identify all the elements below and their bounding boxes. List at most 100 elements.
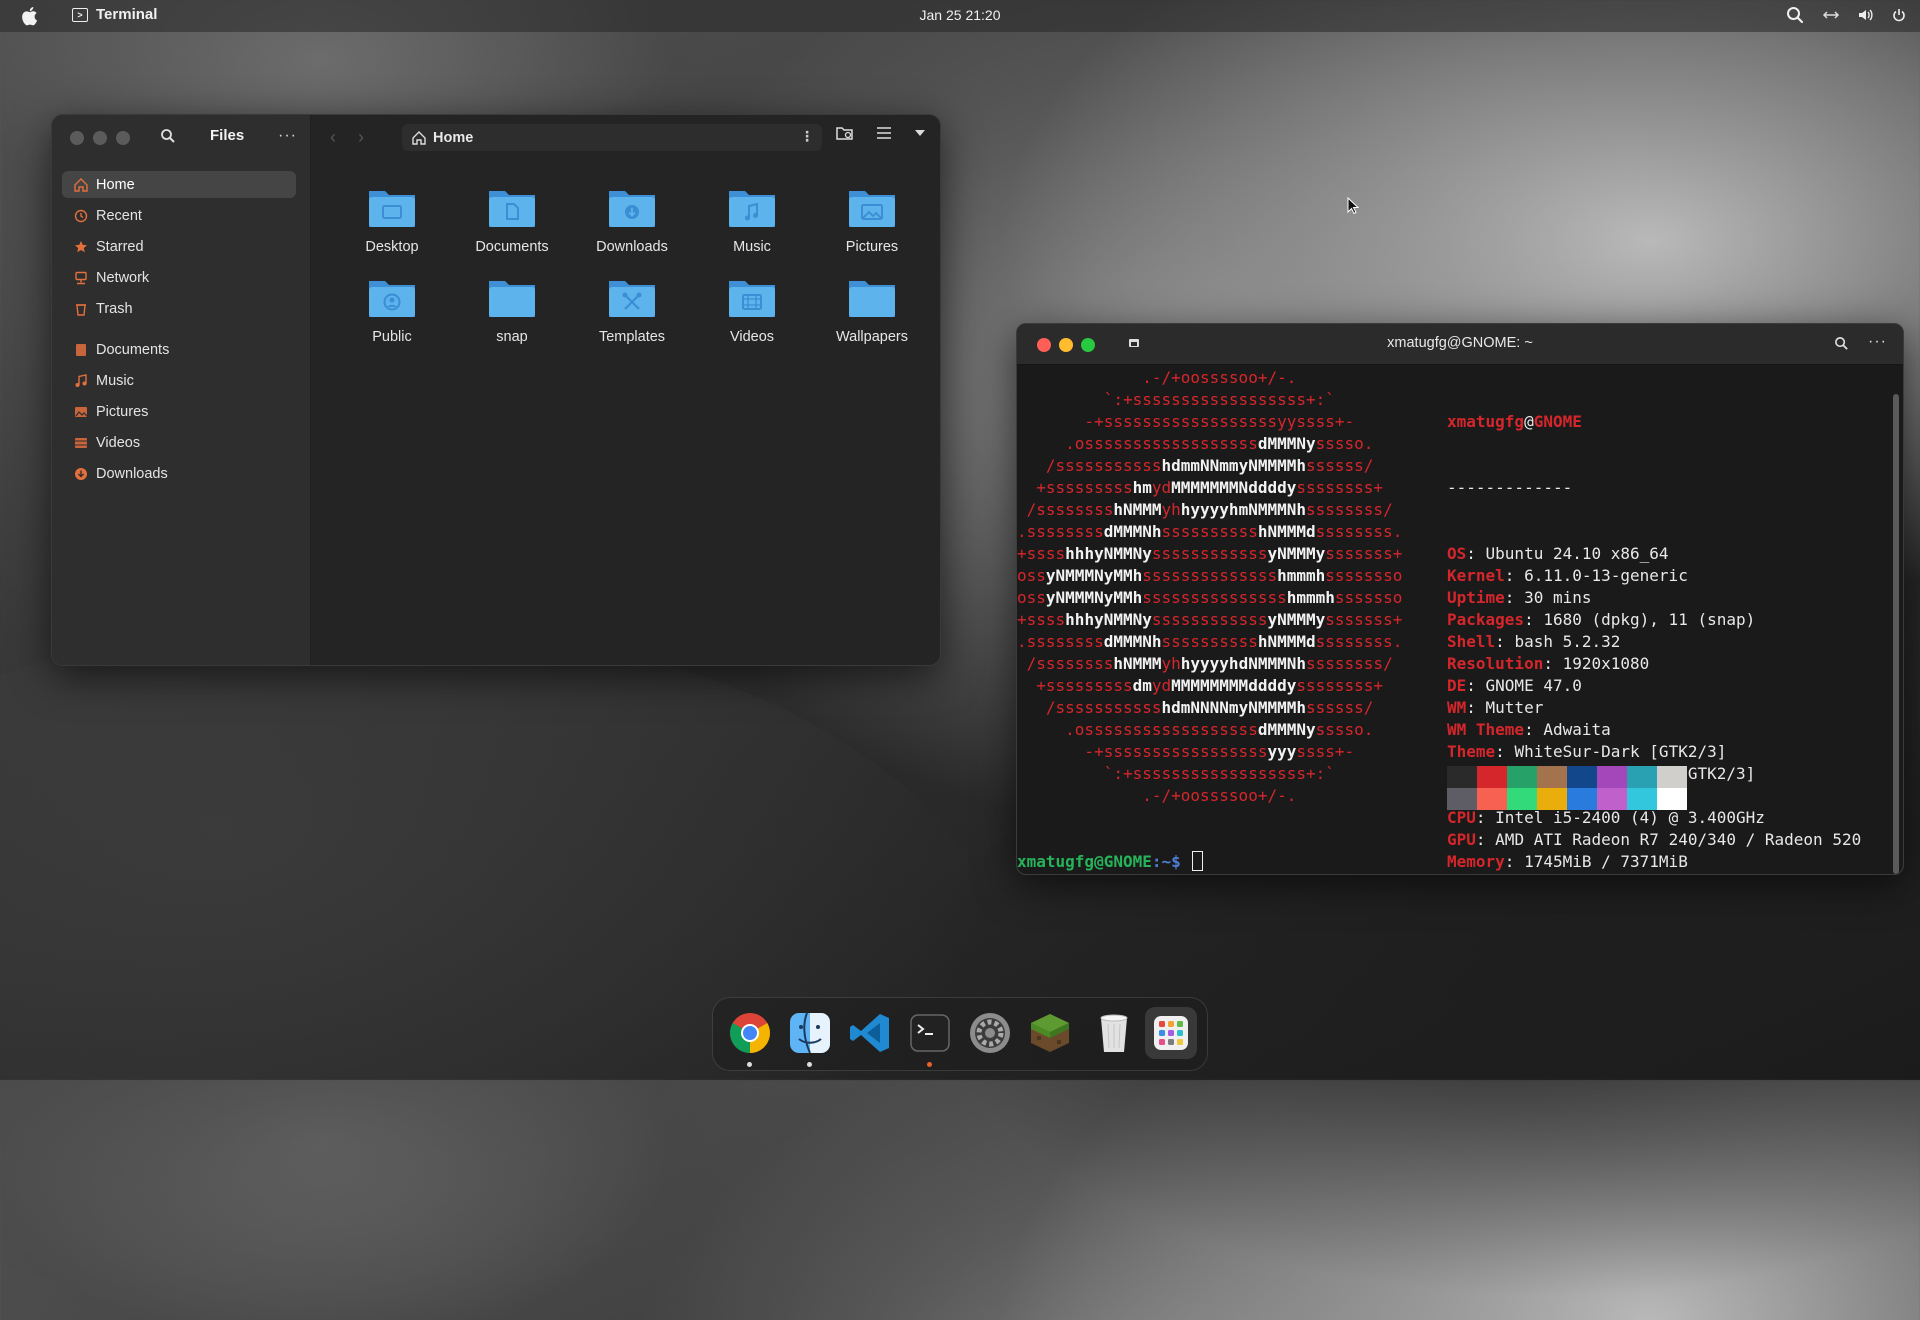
info-key: Uptime [1447,588,1505,607]
path-menu-button[interactable]: ⋮ [800,128,814,145]
dock-item-show-apps[interactable] [1145,1007,1197,1059]
folder-snap[interactable]: snap [452,277,572,345]
sidebar-list: Home Recent Starred Network Trash Docume… [62,171,296,491]
info-value: 6.11.0-13-generic [1524,566,1688,585]
terminal-output[interactable]: .-/+oossssoo+/-. `:+ssssssssssssssssss+:… [1017,364,1903,874]
active-app-menu[interactable]: > Terminal [72,6,157,23]
power-icon[interactable] [1892,8,1906,22]
dock-item-chrome[interactable] [727,1010,773,1067]
sidebar-item-starred[interactable]: Starred [62,233,296,260]
sidebar-item-documents[interactable]: Documents [62,336,296,363]
info-value: Ubuntu 24.10 x86_64 [1485,544,1669,563]
sidebar-item-label: Network [96,269,150,286]
dock-item-vscode[interactable] [847,1010,893,1056]
ascii-art-line: /ssssssssssshdmmNNmmyNMMMMhssssss/ [1017,456,1374,475]
info-line: WM: Mutter [1447,698,1544,717]
search-icon[interactable] [1786,6,1804,24]
sidebar-item-videos[interactable]: Videos [62,429,296,456]
folder-grid: Desktop Documents Downloads Music Pictur… [332,187,932,345]
list-view-icon[interactable] [876,126,892,140]
folder-icon [729,281,775,317]
info-line: Kernel: 6.11.0-13-generic [1447,566,1688,585]
music-icon [75,373,87,387]
folder-desktop[interactable]: Desktop [332,187,452,255]
minimize-button[interactable] [93,131,107,145]
folder-downloads[interactable]: Downloads [572,187,692,255]
folder-videos[interactable]: Videos [692,277,812,345]
network-wired-icon[interactable] [1822,8,1840,22]
sidebar-item-label: Music [96,372,134,389]
forward-button[interactable]: › [358,127,364,148]
maximize-button[interactable] [1081,338,1095,352]
folder-icon [369,281,415,317]
ascii-art-line: -+sssssssssssssssssyyyssss+- [1017,742,1355,761]
ascii-art-line: /ssssssssssshdmNNNNmyNMMMMhssssss/ [1017,698,1374,717]
terminal-window: xmatugfg@GNOME: ~ ··· .-/+oossssoo+/-. `… [1016,323,1904,875]
folder-label: Desktop [365,239,419,255]
folder-music[interactable]: Music [692,187,812,255]
sidebar-item-label: Videos [96,434,141,451]
folder-icon [849,281,895,317]
chevron-down-icon[interactable] [914,129,926,137]
color-swatch [1537,766,1567,788]
star-icon [75,240,87,252]
folder-wallpapers[interactable]: Wallpapers [812,277,932,345]
close-button[interactable] [1037,338,1051,352]
home-icon [412,130,426,145]
terminal-icon: > [72,7,88,22]
path-bar[interactable]: Home ⋮ [402,124,822,151]
dock [712,997,1208,1071]
info-line: CPU: Intel i5-2400 (4) @ 3.400GHz [1447,808,1765,827]
menu-button[interactable]: ··· [1868,333,1887,351]
clock[interactable]: Jan 25 21:20 [920,7,1001,23]
app-grid-icon [1154,1016,1188,1050]
scrollbar[interactable] [1893,394,1899,874]
sidebar-item-music[interactable]: Music [62,367,296,394]
ascii-art-line: +sssssssssdmydMMMMMMMMddddyssssssss+ [1017,676,1384,695]
ascii-art-line: +sssshhhyNMMNyssssssssssssyNMMMysssssss+ [1017,544,1403,563]
minecraft-grass-block-icon [1031,1014,1069,1052]
info-line: OS: Ubuntu 24.10 x86_64 [1447,544,1669,563]
folder-documents[interactable]: Documents [452,187,572,255]
color-swatch [1507,788,1537,810]
menu-button[interactable]: ··· [278,127,297,145]
back-button[interactable]: ‹ [330,127,336,148]
sidebar-item-downloads[interactable]: Downloads [62,460,296,487]
search-icon[interactable] [160,128,176,144]
sidebar-item-recent[interactable]: Recent [62,202,296,229]
info-key: CPU [1447,808,1476,827]
info-key: Memory [1447,852,1505,871]
folder-pictures[interactable]: Pictures [812,187,932,255]
close-button[interactable] [70,131,84,145]
ascii-art-line: .ossssssssssssssssssdMMMNysssso. [1017,434,1374,453]
maximize-button[interactable] [116,131,130,145]
dock-item-finder[interactable] [787,1010,833,1067]
search-icon[interactable] [1834,336,1849,351]
sidebar-item-network[interactable]: Network [62,264,296,291]
minimize-button[interactable] [1059,338,1073,352]
text-cursor [1192,851,1204,871]
volume-icon[interactable] [1858,8,1874,22]
new-folder-icon[interactable] [836,125,854,141]
sidebar-item-trash[interactable]: Trash [62,295,296,322]
info-line: WM Theme: Adwaita [1447,720,1611,739]
apple-logo-icon[interactable] [20,5,40,27]
sidebar-item-pictures[interactable]: Pictures [62,398,296,425]
dock-item-settings[interactable] [967,1010,1013,1056]
dock-item-terminal[interactable] [907,1010,953,1067]
folder-templates[interactable]: Templates [572,277,692,345]
dock-item-minecraft[interactable] [1027,1010,1073,1056]
dock-item-trash[interactable] [1091,1010,1137,1056]
shell-prompt[interactable]: xmatugfg@GNOME:~$ [1017,851,1204,873]
info-separator: ------------- [1447,478,1573,497]
folder-icon [489,191,535,227]
info-key: Theme [1447,742,1496,761]
color-swatch [1447,766,1477,788]
files-title: Files [210,127,245,144]
sidebar-item-label: Pictures [96,403,149,420]
sidebar-item-home[interactable]: Home [62,171,296,198]
folder-icon [489,281,535,317]
ascii-art-line: .-/+oossssoo+/-. [1017,368,1297,387]
new-tab-icon[interactable] [1127,336,1141,350]
folder-public[interactable]: Public [332,277,452,345]
